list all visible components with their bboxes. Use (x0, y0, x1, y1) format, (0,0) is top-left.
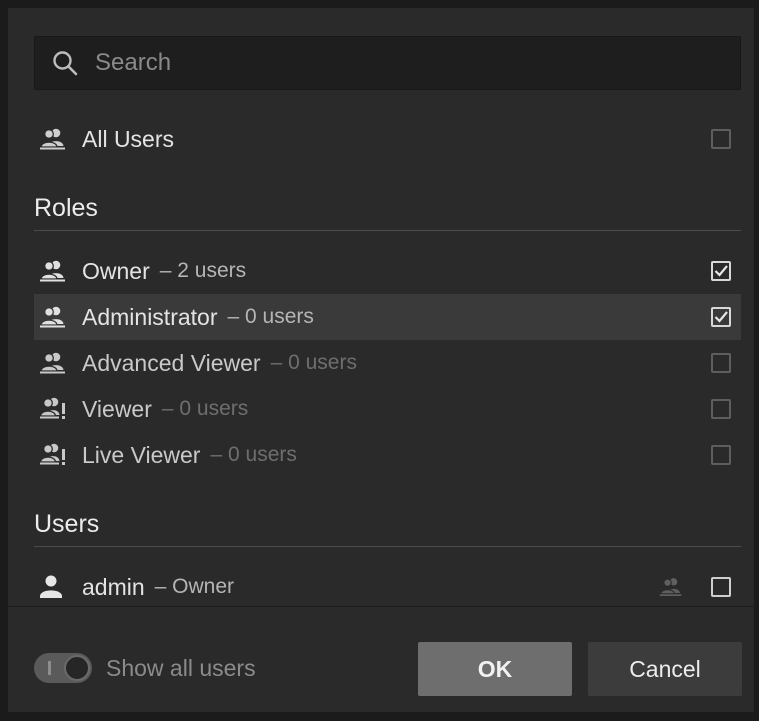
role-name: Administrator (82, 303, 218, 330)
all-users-checkbox[interactable] (711, 129, 731, 149)
show-all-users-label: Show all users (106, 654, 256, 681)
role-user-count: – 0 users (210, 443, 297, 466)
user-role-picker-dialog: All Users Roles Owner – 2 users (8, 8, 754, 712)
users-limited-icon (34, 443, 82, 467)
user-icon (34, 575, 82, 599)
role-name: Live Viewer (82, 441, 201, 468)
users-divider (34, 546, 741, 547)
role-checkbox-advanced-viewer[interactable] (711, 353, 731, 373)
users-icon (34, 128, 82, 150)
role-row-owner[interactable]: Owner – 2 users (34, 248, 741, 294)
users-icon (34, 260, 82, 282)
user-name: admin (82, 573, 145, 600)
cancel-button[interactable]: Cancel (588, 642, 742, 696)
role-name: Owner (82, 257, 150, 284)
role-user-count: – 0 users (227, 305, 314, 328)
role-checkbox-administrator[interactable] (711, 307, 731, 327)
role-row-administrator[interactable]: Administrator – 0 users (34, 294, 741, 340)
users-limited-icon (34, 397, 82, 421)
role-checkbox-owner[interactable] (711, 261, 731, 281)
user-row-admin[interactable]: admin – Owner (34, 564, 741, 610)
roles-divider (34, 230, 741, 231)
role-user-count: – 2 users (159, 259, 247, 282)
role-checkbox-viewer[interactable] (711, 399, 731, 419)
users-section-title: Users (34, 510, 100, 538)
all-users-row[interactable]: All Users (34, 116, 741, 162)
search-icon (35, 50, 95, 76)
show-all-users-toggle[interactable] (34, 653, 92, 683)
users-icon (659, 578, 683, 597)
search-input[interactable] (95, 37, 740, 89)
role-row-live-viewer[interactable]: Live Viewer – 0 users (34, 432, 741, 478)
search-box (34, 36, 741, 90)
ok-button[interactable]: OK (418, 642, 572, 696)
role-name: Advanced Viewer (82, 349, 261, 376)
role-user-count: – 0 users (270, 351, 357, 374)
users-icon (34, 306, 82, 328)
all-users-label: All Users (82, 125, 175, 152)
role-name: Viewer (82, 395, 152, 422)
users-icon (34, 352, 82, 374)
role-user-count: – 0 users (161, 397, 249, 420)
show-all-users-toggle-group: Show all users (34, 653, 256, 683)
checkmark-icon (714, 265, 728, 277)
user-checkbox-admin[interactable] (711, 577, 731, 597)
roles-section-title: Roles (34, 194, 98, 222)
checkmark-icon (714, 311, 728, 323)
role-checkbox-live-viewer[interactable] (711, 445, 731, 465)
footer-divider (8, 606, 754, 607)
role-row-advanced-viewer[interactable]: Advanced Viewer – 0 users (34, 340, 741, 386)
user-role: – Owner (154, 575, 235, 598)
role-row-viewer[interactable]: Viewer – 0 users (34, 386, 741, 432)
